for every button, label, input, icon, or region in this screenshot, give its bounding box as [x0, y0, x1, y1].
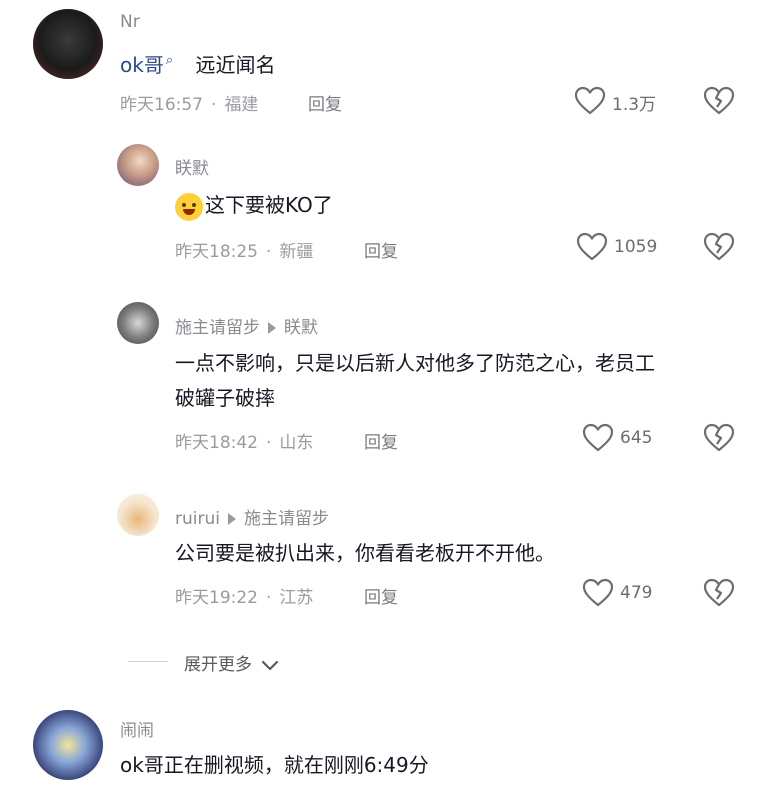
reply-username-line: 施主请留步 眹默: [175, 313, 318, 338]
comment-meta: 昨天16:57 · 福建: [120, 95, 259, 115]
avatar[interactable]: [117, 494, 159, 536]
location: 新疆: [279, 242, 314, 262]
reply-username[interactable]: ruirui: [175, 509, 220, 529]
timestamp: 昨天16:57: [120, 95, 203, 115]
search-icon: ⌕: [165, 53, 174, 68]
like-count: 1059: [614, 237, 658, 257]
expand-more-label: 展开更多: [184, 655, 252, 675]
avatar[interactable]: [117, 302, 159, 344]
like-count: 645: [620, 428, 653, 448]
mention-link[interactable]: ok哥 ⌕: [120, 53, 173, 77]
like-heart-icon[interactable]: [582, 578, 614, 608]
reply-arrow-icon: [268, 321, 276, 334]
like-heart-icon[interactable]: [582, 423, 614, 453]
dislike-broken-heart-icon[interactable]: [703, 86, 735, 116]
reply-button[interactable]: 回复: [364, 583, 398, 608]
location: 山东: [279, 433, 314, 453]
reply-text-line2: 破罐子破摔: [175, 386, 275, 410]
reply-to-username[interactable]: 眹默: [284, 318, 318, 338]
reply-username[interactable]: 眹默: [175, 154, 209, 179]
location: 江苏: [279, 588, 314, 608]
expand-more-button[interactable]: 展开更多: [184, 650, 279, 675]
reply-text: 这下要被KO了: [175, 190, 333, 221]
reply-text-line1: 一点不影响，只是以后新人对他多了防范之心，老员工: [175, 351, 655, 375]
dislike-broken-heart-icon[interactable]: [703, 423, 735, 453]
reply-meta: 昨天18:25 · 新疆: [175, 242, 314, 262]
divider: [128, 661, 168, 662]
reply-to-username[interactable]: 施主请留步: [244, 509, 329, 529]
reply-button[interactable]: 回复: [364, 428, 398, 453]
reply-meta: 昨天18:42 · 山东: [175, 433, 314, 453]
like-count: 479: [620, 583, 653, 603]
comment-text: ok哥正在删视频，就在刚刚6:49分: [120, 753, 429, 777]
comment-text: ok哥 ⌕ 远近闻名: [120, 46, 275, 80]
reply-username-line: ruirui 施主请留步: [175, 504, 329, 529]
chevron-down-icon: [262, 660, 279, 671]
timestamp: 昨天19:22: [175, 588, 258, 608]
reply-username[interactable]: 施主请留步: [175, 318, 260, 338]
dislike-broken-heart-icon[interactable]: [703, 578, 735, 608]
reply-body: 这下要被KO了: [205, 193, 333, 217]
reply-button[interactable]: 回复: [364, 237, 398, 262]
like-heart-icon[interactable]: [576, 232, 608, 262]
like-count: 1.3万: [612, 95, 657, 115]
comment-username[interactable]: Nr: [120, 12, 140, 32]
laugh-cry-emoji-icon: [175, 192, 203, 221]
avatar[interactable]: [117, 144, 159, 186]
timestamp: 昨天18:25: [175, 242, 258, 262]
comment-username[interactable]: 闹闹: [120, 716, 154, 741]
reply-text: 公司要是被扒出来，你看看老板开不开他。: [175, 541, 555, 565]
dislike-broken-heart-icon[interactable]: [703, 232, 735, 262]
comment-body: 远近闻名: [195, 52, 276, 77]
reply-arrow-icon: [227, 512, 236, 525]
like-heart-icon[interactable]: [574, 86, 606, 116]
reply-meta: 昨天19:22 · 江苏: [175, 588, 314, 608]
timestamp: 昨天18:42: [175, 433, 258, 453]
location: 福建: [224, 95, 259, 115]
reply-button[interactable]: 回复: [308, 90, 342, 115]
avatar[interactable]: [33, 710, 103, 780]
avatar[interactable]: [33, 9, 103, 79]
